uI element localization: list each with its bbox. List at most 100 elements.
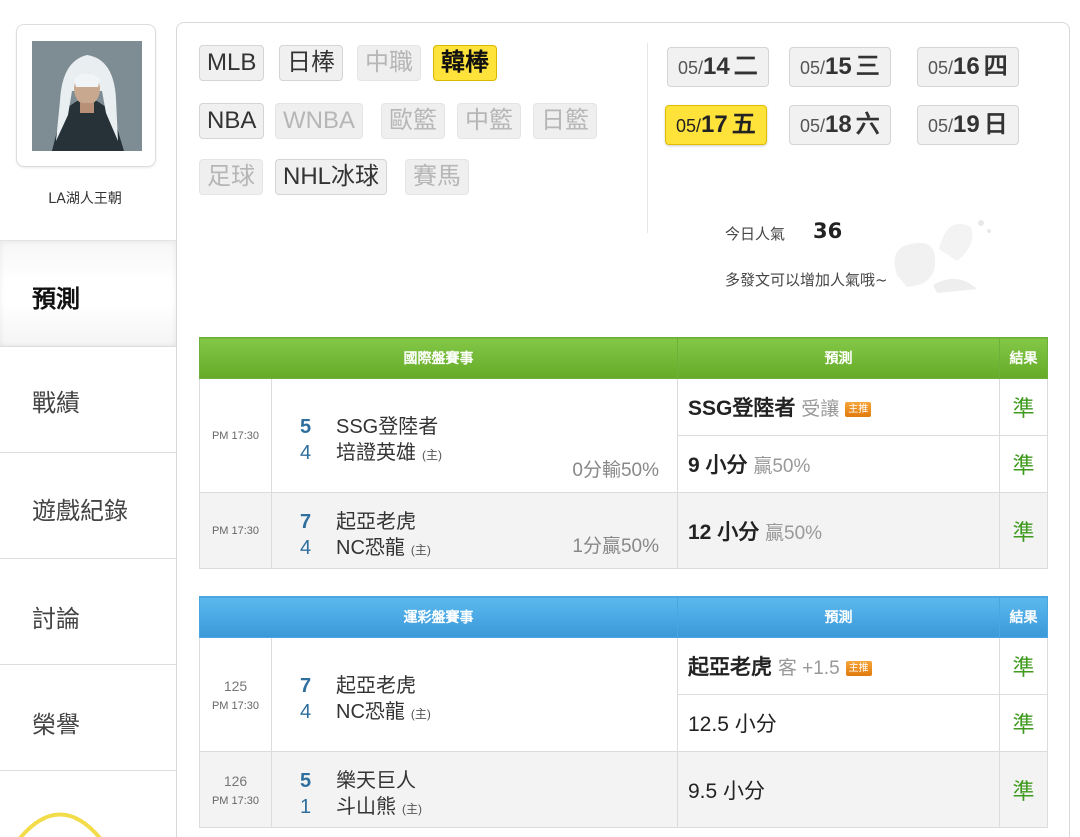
game-time: PM 17:30 — [199, 378, 272, 493]
date-month: 05/ — [800, 58, 826, 78]
game-time-text: PM 17:30 — [211, 699, 260, 712]
filter-divider — [647, 43, 648, 233]
date-0517[interactable]: 05/17 五 — [665, 105, 767, 145]
game-time: 125 PM 17:30 — [199, 637, 272, 752]
popularity-message: 多發文可以增加人氣哦~ — [725, 271, 888, 289]
date-0518[interactable]: 05/18 六 — [789, 105, 891, 145]
league-cpbl[interactable]: 中職 — [357, 45, 421, 81]
match-cell: 5 樂天巨人 1 斗山熊 (主) — [271, 751, 678, 828]
home-score: 4 — [300, 441, 312, 464]
match-cell: 7 起亞老虎 4 NC恐龍 (主) 1分贏50% — [271, 492, 678, 569]
header-result: 結果 — [999, 596, 1048, 638]
league-chn-basketball[interactable]: 中籃 — [457, 103, 521, 139]
away-team: 樂天巨人 — [336, 769, 416, 792]
prediction-type: 受讓 — [801, 399, 840, 420]
decoration-icon — [894, 220, 991, 293]
league-nhl[interactable]: NHL冰球 — [275, 159, 388, 195]
sidebar-item-record[interactable]: 戰績 — [0, 346, 176, 452]
sidebar-item-prediction[interactable]: 預測 — [0, 240, 176, 346]
sidebar-item-label: 榮譽 — [32, 711, 80, 739]
home-score: 4 — [300, 536, 312, 559]
popularity-value: 36 — [813, 219, 843, 243]
home-team: NC恐龍 — [336, 700, 405, 723]
date-day: 18 — [825, 111, 852, 138]
game-number: 126 — [223, 772, 248, 789]
featured-badge: 主推 — [845, 660, 872, 676]
date-0516[interactable]: 05/16 四 — [917, 47, 1019, 87]
table-header: 運彩盤賽事 預測 結果 — [199, 596, 1048, 638]
header-events: 國際盤賽事 — [199, 337, 678, 379]
sidebar-item-label: 預測 — [32, 285, 80, 313]
table-row: PM 17:30 7 起亞老虎 4 NC恐龍 (主) 1分贏50% 12 小分 贏50… — [199, 492, 1048, 569]
odds: 1分贏50% — [572, 536, 659, 557]
sidebar-item-honor[interactable]: 榮譽 — [0, 664, 176, 770]
table-row: 125 PM 17:30 7 起亞老虎 4 NC恐龍 (主) 起亞老虎 客 +1.5 主推… — [199, 637, 1048, 752]
international-table: 國際盤賽事 預測 結果 PM 17:30 5 SSG登陸者 4 培證英雄 (主) 0分… — [199, 337, 1048, 569]
league-wnba[interactable]: WNBA — [275, 103, 363, 139]
home-mark: (主) — [402, 801, 422, 816]
date-month: 05/ — [678, 58, 704, 78]
date-weekday: 三 — [855, 53, 880, 80]
result: 準 — [999, 694, 1048, 752]
game-time: 126 PM 17:30 — [199, 751, 272, 828]
prediction-pick: SSG登陸者 — [688, 397, 796, 420]
date-month: 05/ — [676, 116, 702, 136]
game-time-text: PM 17:30 — [211, 794, 260, 807]
league-horse-racing[interactable]: 賽馬 — [405, 159, 469, 195]
league-soccer[interactable]: 足球 — [199, 159, 263, 195]
league-euro-basketball[interactable]: 歐籃 — [381, 103, 445, 139]
away-team: 起亞老虎 — [336, 510, 416, 533]
header-events: 運彩盤賽事 — [199, 596, 678, 638]
prediction-type: 客 +1.5 — [777, 658, 840, 679]
home-score: 4 — [300, 700, 312, 723]
league-jpn-baseball[interactable]: 日棒 — [279, 45, 343, 81]
home-score: 1 — [300, 795, 312, 818]
sidebar-item-game-log[interactable]: 遊戲紀錄 — [0, 452, 176, 558]
sidebar-item-more[interactable] — [0, 770, 176, 837]
sports-lottery-table: 運彩盤賽事 預測 結果 125 PM 17:30 7 起亞老虎 4 NC恐龍 (主) 起… — [199, 596, 1048, 828]
league-kbo[interactable]: 韓棒 — [433, 45, 497, 81]
date-0514[interactable]: 05/14 二 — [667, 47, 769, 87]
sidebar-item-label: 戰績 — [32, 389, 80, 417]
result: 準 — [999, 435, 1048, 493]
league-jpn-basketball[interactable]: 日籃 — [533, 103, 597, 139]
prediction-pick: 12.5 小分 — [688, 713, 777, 736]
prediction: 9.5 小分 — [677, 751, 1000, 828]
away-score: 5 — [300, 415, 312, 438]
prediction-pick: 起亞老虎 — [688, 656, 772, 679]
league-mlb[interactable]: MLB — [199, 45, 265, 81]
odds: 0分輸50% — [572, 460, 659, 481]
home-team: 斗山熊 — [336, 795, 396, 818]
prediction-pick: 9.5 小分 — [688, 779, 766, 803]
date-weekday: 六 — [855, 111, 880, 138]
date-weekday: 二 — [733, 53, 758, 80]
featured-badge: 主推 — [845, 401, 872, 417]
result: 準 — [999, 378, 1048, 436]
prediction: 起亞老虎 客 +1.5 主推 — [677, 637, 1000, 695]
result: 準 — [999, 492, 1048, 569]
league-nba[interactable]: NBA — [199, 103, 265, 139]
popularity-label: 今日人氣 — [725, 225, 786, 243]
home-mark: (主) — [422, 447, 442, 462]
date-day: 19 — [953, 111, 980, 138]
home-team: NC恐龍 — [336, 536, 405, 559]
avatar-portrait-icon — [32, 41, 142, 151]
header-prediction: 預測 — [677, 596, 1000, 638]
header-result: 結果 — [999, 337, 1048, 379]
date-day: 17 — [701, 111, 728, 138]
avatar-frame[interactable] — [16, 24, 156, 167]
prediction-type: 贏50% — [765, 522, 823, 544]
sidebar-item-discussion[interactable]: 討論 — [0, 558, 176, 664]
away-team: 起亞老虎 — [336, 674, 416, 697]
date-0515[interactable]: 05/15 三 — [789, 47, 891, 87]
game-time: PM 17:30 — [199, 492, 272, 569]
table-row: 126 PM 17:30 5 樂天巨人 1 斗山熊 (主) 9.5 小分 準 — [199, 751, 1048, 828]
result: 準 — [999, 637, 1048, 695]
date-day: 15 — [825, 53, 852, 80]
avatar[interactable] — [32, 41, 142, 151]
date-weekday: 四 — [983, 53, 1008, 80]
match-cell: 5 SSG登陸者 4 培證英雄 (主) 0分輸50% — [271, 378, 678, 493]
away-score: 7 — [300, 674, 312, 697]
prediction: 9 小分 贏50% — [677, 435, 1000, 493]
date-0519[interactable]: 05/19 日 — [917, 105, 1019, 145]
